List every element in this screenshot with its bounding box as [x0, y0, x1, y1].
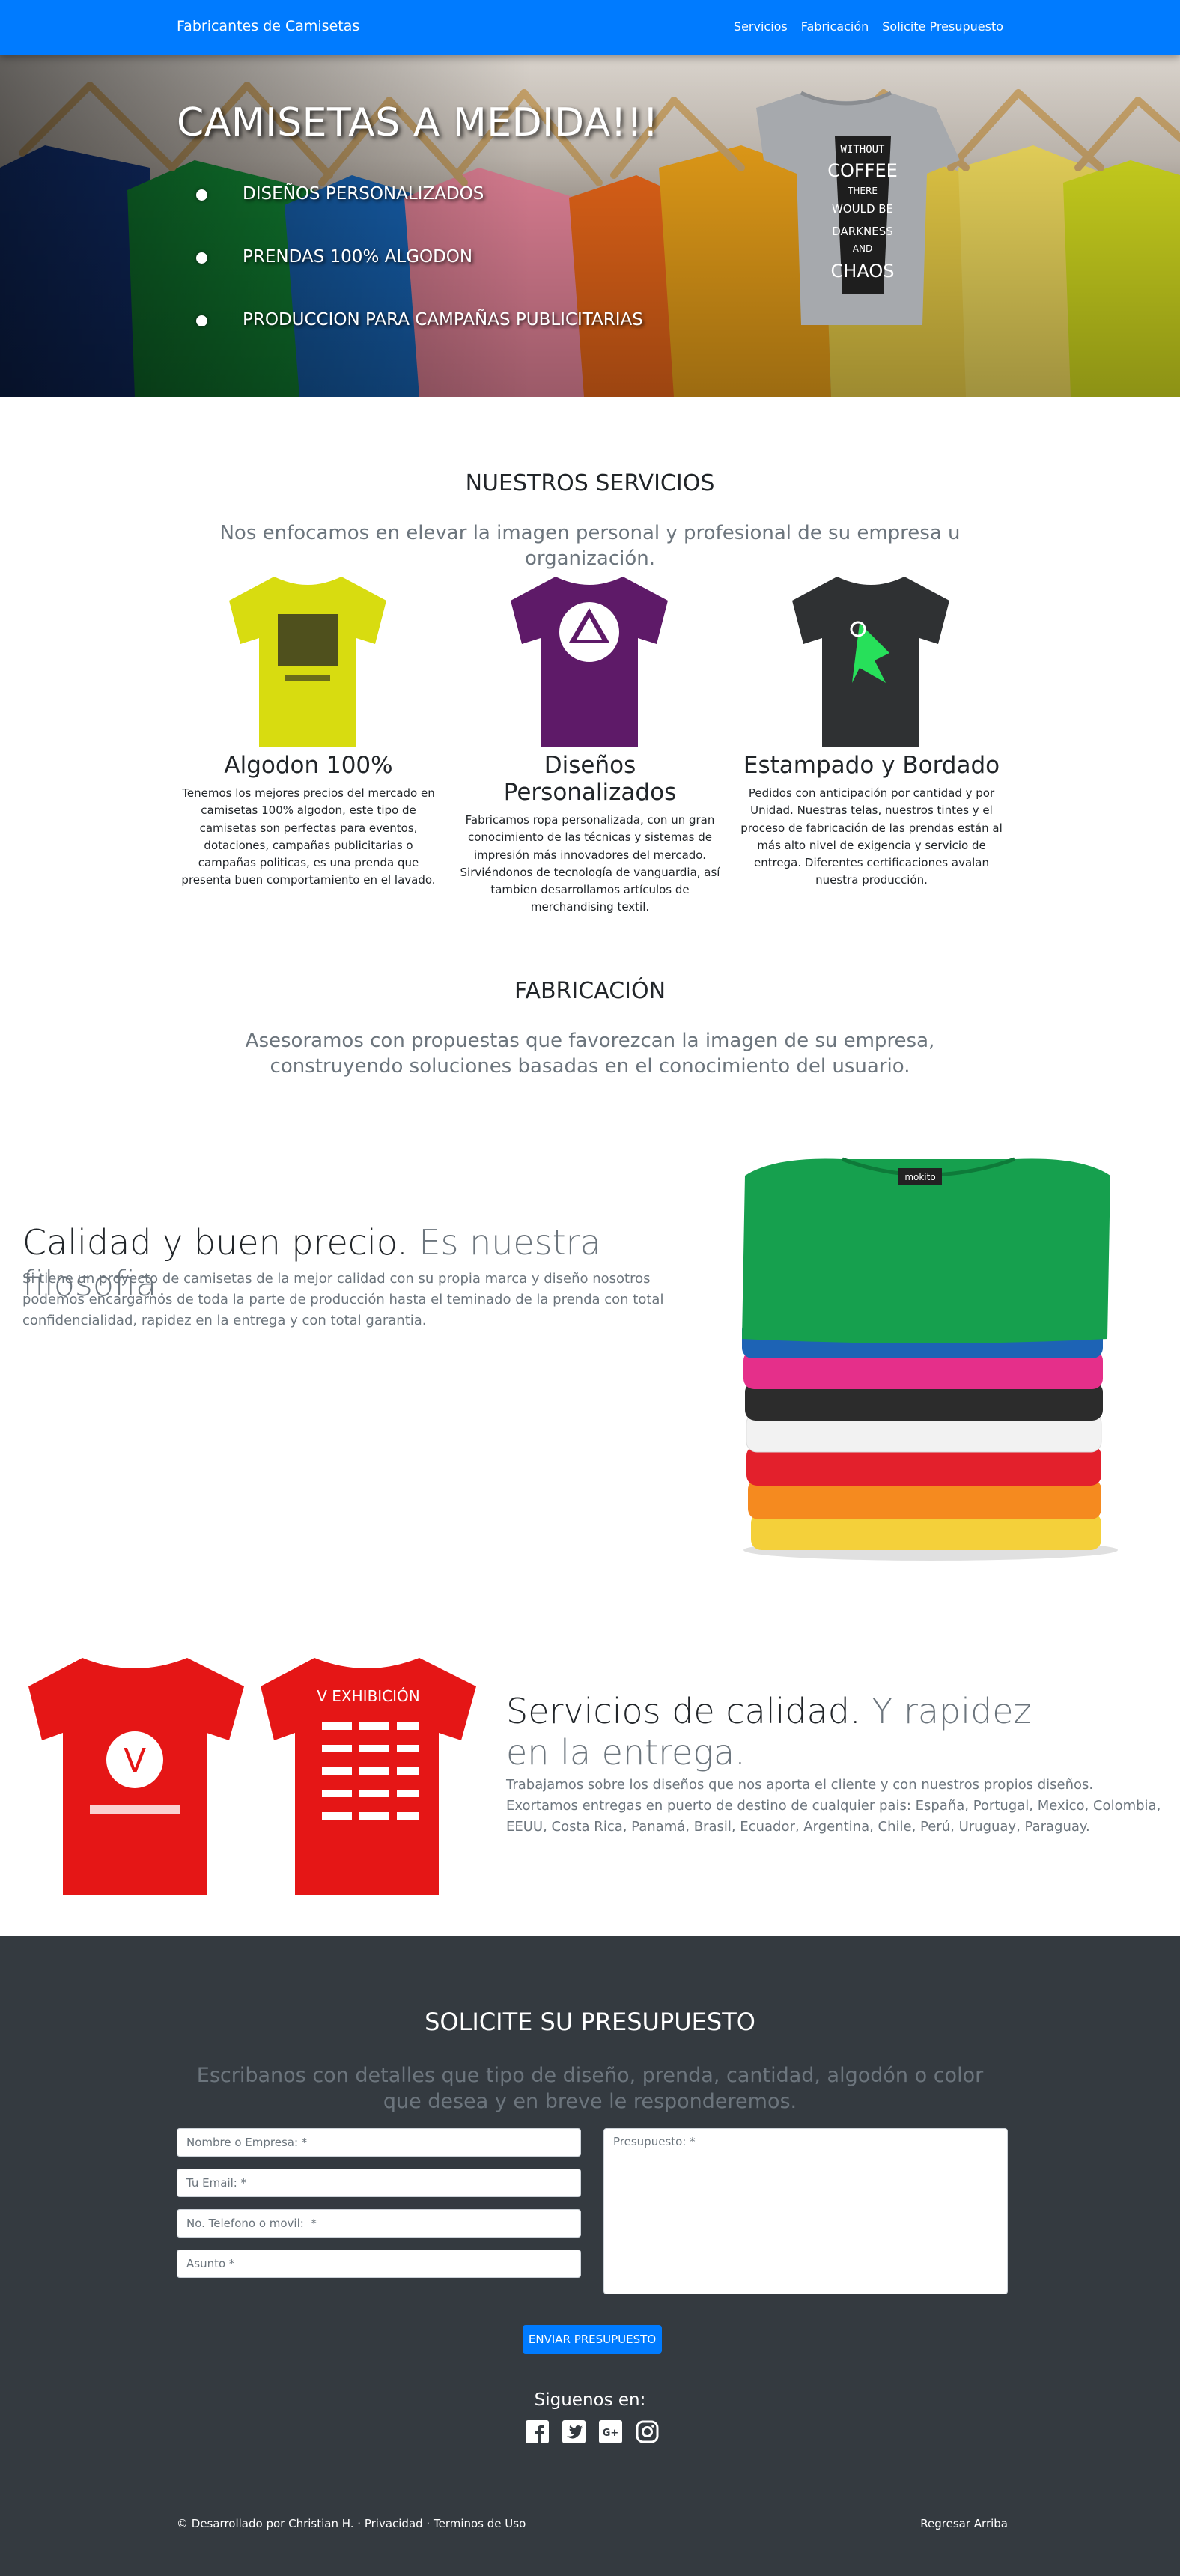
service-description: Tenemos los mejores precios del mercado … [181, 786, 436, 887]
nav-links: Servicios Fabricación Solicite Presupues… [734, 19, 1003, 34]
follow-us-label: Siguenos en: [534, 2390, 646, 2410]
svg-text:V EXHIBICIÓN: V EXHIBICIÓN [317, 1687, 420, 1705]
contact-section: SOLICITE SU PRESUPUESTO Escribanos con d… [0, 1936, 1180, 2576]
service-description: Fabricamos ropa personalizada, con un gr… [460, 813, 720, 914]
facebook-icon[interactable] [526, 2420, 549, 2443]
hero-feature-list: DISEÑOS PERSONALIZADOS PRENDAS 100% ALGO… [196, 184, 643, 373]
svg-text:V: V [124, 1742, 146, 1780]
social-links: G+ [526, 2420, 659, 2443]
service-title: Estampado y Bordado [743, 752, 1000, 779]
service-description: Pedidos con anticipación por cantidad y … [740, 786, 1003, 887]
hero-feature-item: PRENDAS 100% ALGODON [196, 247, 643, 310]
showcase-service-text: Trabajamos sobre los diseños que nos apo… [506, 1777, 1161, 1835]
email-input[interactable] [177, 2169, 581, 2197]
name-input[interactable] [177, 2128, 581, 2157]
phone-input[interactable] [177, 2209, 581, 2238]
service-card-estampado: Estampado y Bordado Pedidos con anticipa… [740, 752, 1003, 890]
svg-text:COFFEE: COFFEE [827, 160, 898, 181]
subject-input[interactable] [177, 2250, 581, 2278]
nav-link-presupuesto[interactable]: Solicite Presupuesto [882, 19, 1003, 34]
twitter-icon[interactable] [562, 2420, 586, 2443]
service-card-algodon: Algodon 100% Tenemos los mejores precios… [177, 752, 440, 890]
top-navbar: Fabricantes de Camisetas Servicios Fabri… [0, 0, 1180, 55]
budget-textarea[interactable] [603, 2128, 1008, 2294]
purple-tshirt-image [511, 577, 668, 747]
service-title: Algodon 100% [224, 752, 393, 779]
fabrication-title: FABRICACIÓN [514, 978, 666, 1004]
nav-link-servicios[interactable]: Servicios [734, 19, 788, 34]
service-title: Diseños Personalizados [503, 752, 677, 806]
contact-lead: Escribanos con detalles que tipo de dise… [196, 2064, 984, 2114]
yellow-tshirt-image [229, 577, 386, 747]
svg-text:CHAOS: CHAOS [831, 261, 895, 282]
footer-credits[interactable]: © Desarrollado por Christian H. · Privac… [177, 2517, 526, 2530]
svg-text:mokito: mokito [904, 1172, 935, 1182]
stacked-tshirts-image: mokito [742, 1157, 1118, 1561]
hero-title: CAMISETAS A MEDIDA!!! [177, 100, 659, 145]
svg-text:WITHOUT: WITHOUT [840, 144, 885, 156]
hero-feature-item: PRODUCCION PARA CAMPAÑAS PUBLICITARIAS [196, 310, 643, 373]
service-card-disenos: Diseños Personalizados Fabricamos ropa p… [458, 752, 722, 917]
services-lead: Nos enfocamos en elevar la imagen person… [219, 522, 961, 570]
back-to-top-link[interactable]: Regresar Arriba [920, 2517, 1008, 2530]
svg-text:G+: G+ [603, 2428, 619, 2439]
hero-feature-item: DISEÑOS PERSONALIZADOS [196, 184, 643, 247]
svg-text:AND: AND [853, 243, 872, 254]
showcase-quality-text: Si tiene un proyecto de camisetas de la … [22, 1271, 664, 1328]
nav-link-fabricacion[interactable]: Fabricación [801, 19, 869, 34]
black-tshirt-image [792, 577, 949, 747]
fabrication-lead: Asesoramos con propuestas que favorezcan… [245, 1030, 935, 1078]
hero-banner: WITHOUT COFFEE THERE WOULD BE DARKNESS A… [0, 55, 1180, 397]
red-tshirts-image: V V EXHIBICIÓN [28, 1658, 476, 1895]
instagram-icon[interactable] [636, 2420, 659, 2443]
send-budget-button[interactable]: ENVIAR PRESUPUESTO [523, 2325, 662, 2354]
showcase-service-heading: Servicios de calidad. Y rapidez en la en… [506, 1691, 1032, 1773]
google-plus-icon[interactable]: G+ [599, 2420, 622, 2443]
contact-title: SOLICITE SU PRESUPUESTO [425, 2008, 755, 2036]
brand-link[interactable]: Fabricantes de Camisetas [177, 18, 359, 34]
svg-text:THERE: THERE [847, 186, 878, 196]
services-title: NUESTROS SERVICIOS [465, 470, 715, 496]
svg-text:WOULD BE: WOULD BE [832, 202, 893, 216]
svg-text:DARKNESS: DARKNESS [832, 225, 893, 238]
